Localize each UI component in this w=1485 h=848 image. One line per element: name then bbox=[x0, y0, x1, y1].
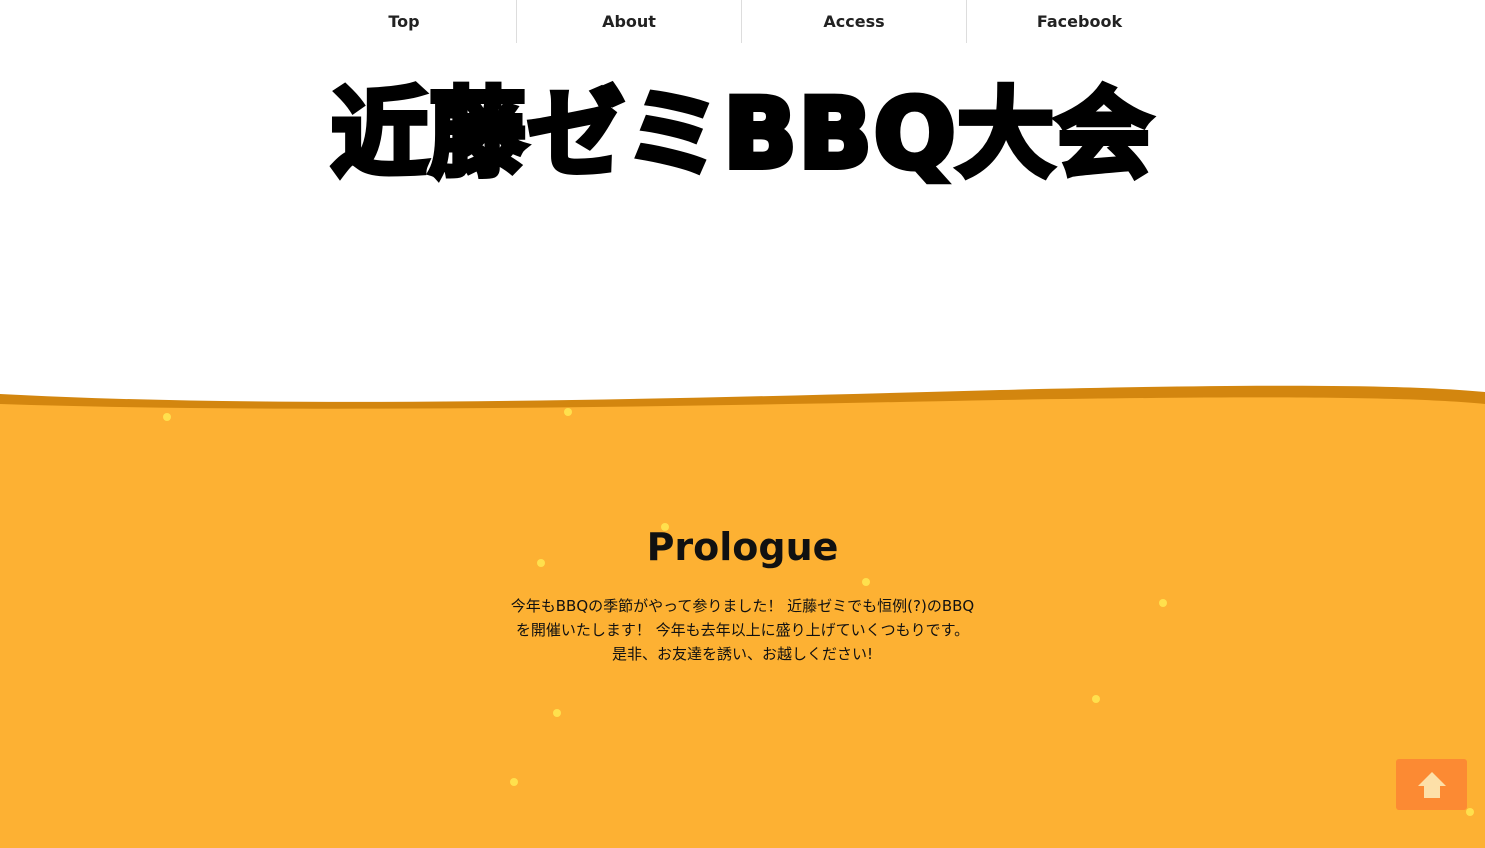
prologue-section: Prologue 今年もBBQの季節がやって参りました！ 近藤ゼミでも恒例(?)… bbox=[0, 500, 1485, 666]
section-heading: Prologue bbox=[646, 525, 839, 569]
page: Top About Access Facebook 近藤ゼミBBQ大会 Prol… bbox=[0, 0, 1485, 848]
sparkle-dot bbox=[553, 709, 561, 717]
nav-item-top[interactable]: Top bbox=[292, 0, 517, 43]
nav-item-access[interactable]: Access bbox=[742, 0, 967, 43]
logo-title: 近藤ゼミBBQ大会 bbox=[329, 78, 1155, 190]
sparkle-dot bbox=[1092, 695, 1100, 703]
arrow-up-icon bbox=[1417, 771, 1446, 798]
sparkle-dot bbox=[1466, 808, 1474, 816]
nav-item-about[interactable]: About bbox=[517, 0, 742, 43]
back-to-top-button[interactable] bbox=[1396, 759, 1467, 810]
sparkle-dot bbox=[564, 408, 572, 416]
nav-item-facebook[interactable]: Facebook bbox=[967, 0, 1192, 43]
sparkle-dot bbox=[510, 778, 518, 786]
prologue-text: 今年もBBQの季節がやって参りました！ 近藤ゼミでも恒例(?)のBBQを開催いた… bbox=[510, 597, 975, 663]
site-logo: 近藤ゼミBBQ大会 bbox=[0, 64, 1485, 204]
sparkle-dot bbox=[163, 413, 171, 421]
main-nav: Top About Access Facebook bbox=[292, 0, 1192, 43]
